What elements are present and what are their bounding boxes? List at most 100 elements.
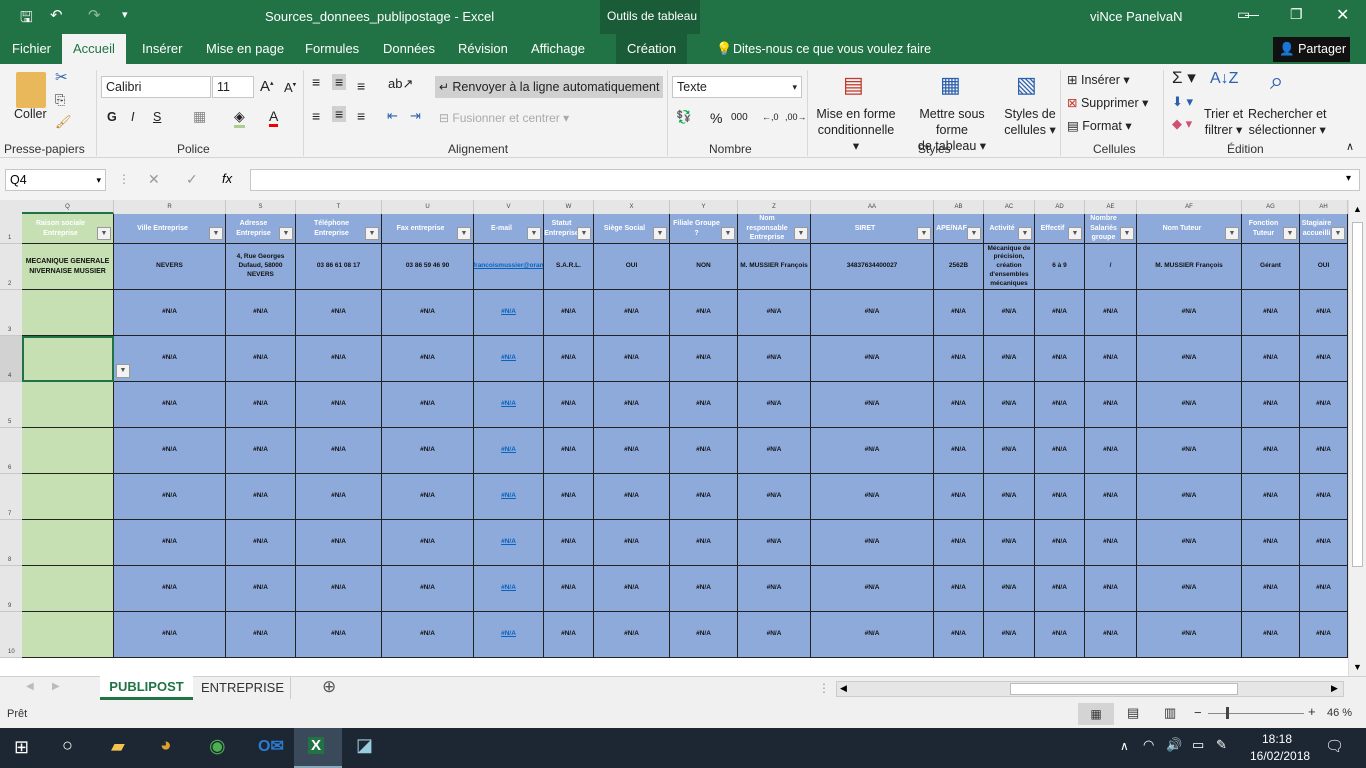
data-cell[interactable]: #N/A bbox=[1242, 612, 1300, 658]
row-header[interactable]: 8 bbox=[0, 520, 22, 566]
data-cell[interactable]: #N/A bbox=[474, 474, 544, 520]
na-value[interactable]: #N/A bbox=[501, 538, 516, 547]
header-cell[interactable]: Statut Entreprise ▼ bbox=[544, 214, 594, 244]
filter-dropdown-icon[interactable]: ▼ bbox=[794, 227, 808, 240]
scroll-up-icon[interactable]: ▲ bbox=[1353, 204, 1362, 214]
align-top-icon[interactable]: ≡ bbox=[312, 74, 320, 90]
clock-time[interactable]: 18:18 bbox=[1262, 732, 1292, 746]
data-cell[interactable]: #N/A bbox=[670, 428, 738, 474]
format-as-table-button[interactable]: Mettre sous forme de tableau ▾ bbox=[902, 106, 1002, 154]
data-cell[interactable]: 4, Rue Georges Dufaud, 58000 NEVERS bbox=[226, 244, 296, 290]
data-cell[interactable]: NON bbox=[670, 244, 738, 290]
action-center-icon[interactable]: 🗨 bbox=[1325, 737, 1344, 755]
data-cell[interactable]: #N/A bbox=[594, 612, 670, 658]
excel-taskbar-button[interactable]: X bbox=[294, 728, 342, 768]
paste-button[interactable]: Coller bbox=[14, 107, 47, 121]
data-cell[interactable]: #N/A bbox=[226, 428, 296, 474]
data-cell[interactable]: #N/A bbox=[934, 520, 984, 566]
data-cell[interactable]: #N/A bbox=[1137, 382, 1242, 428]
minimize-icon[interactable]: — bbox=[1245, 6, 1259, 22]
data-cell[interactable]: #N/A bbox=[984, 612, 1035, 658]
row-header[interactable]: 4 bbox=[0, 336, 22, 382]
row-header[interactable]: 10 bbox=[0, 612, 22, 658]
data-cell[interactable]: #N/A bbox=[594, 290, 670, 336]
horizontal-scroll-thumb[interactable] bbox=[1010, 683, 1238, 695]
data-cell[interactable]: #N/A bbox=[1085, 612, 1137, 658]
filter-dropdown-icon[interactable]: ▼ bbox=[577, 227, 591, 240]
data-cell[interactable]: #N/A bbox=[1035, 290, 1085, 336]
filter-dropdown-icon[interactable]: ▼ bbox=[457, 227, 471, 240]
shrink-font-icon[interactable]: A▾ bbox=[284, 80, 296, 95]
prev-sheet-icon[interactable]: ◀ bbox=[26, 681, 34, 692]
data-cell[interactable]: #N/A bbox=[296, 290, 382, 336]
header-cell[interactable]: Fonction Tuteur ▼ bbox=[1242, 214, 1300, 244]
data-cell[interactable]: #N/A bbox=[382, 336, 474, 382]
data-cell[interactable]: #N/A bbox=[594, 336, 670, 382]
data-cell[interactable]: #N/A bbox=[1300, 566, 1348, 612]
zoom-out-icon[interactable]: − bbox=[1194, 705, 1202, 720]
data-cell[interactable]: #N/A bbox=[984, 290, 1035, 336]
windows-start-icon[interactable]: ⊞ bbox=[14, 737, 29, 758]
header-cell[interactable]: Siège Social ▼ bbox=[594, 214, 670, 244]
data-cell[interactable]: #N/A bbox=[594, 382, 670, 428]
data-cell[interactable]: #N/A bbox=[226, 566, 296, 612]
borders-icon[interactable]: ▦ bbox=[193, 108, 206, 125]
data-cell[interactable]: #N/A bbox=[226, 474, 296, 520]
header-cell[interactable]: SIRET ▼ bbox=[811, 214, 934, 244]
app-icon[interactable]: ◪ bbox=[356, 735, 373, 756]
autosum-icon[interactable]: Σ ▾ bbox=[1172, 68, 1196, 88]
data-cell[interactable]: #N/A bbox=[382, 290, 474, 336]
header-cell[interactable]: Ville Entreprise ▼ bbox=[114, 214, 226, 244]
zoom-in-icon[interactable]: + bbox=[1308, 704, 1316, 719]
data-cell[interactable]: #N/A bbox=[984, 520, 1035, 566]
filter-dropdown-icon[interactable]: ▼ bbox=[967, 227, 981, 240]
filter-dropdown-icon[interactable]: ▼ bbox=[209, 227, 223, 240]
data-cell[interactable]: #N/A bbox=[1137, 474, 1242, 520]
data-cell[interactable]: #N/A bbox=[1300, 474, 1348, 520]
row-header[interactable]: 1 bbox=[0, 214, 22, 244]
data-cell[interactable]: #N/A bbox=[984, 474, 1035, 520]
underline-button[interactable]: S bbox=[153, 110, 161, 124]
column-header[interactable]: V bbox=[474, 200, 544, 214]
data-cell[interactable]: S.A.R.L. bbox=[544, 244, 594, 290]
header-cell[interactable]: E-mail ▼ bbox=[474, 214, 544, 244]
tab-creation[interactable]: Création bbox=[616, 34, 688, 64]
data-cell[interactable]: #N/A bbox=[1085, 382, 1137, 428]
column-header[interactable]: AG bbox=[1242, 200, 1300, 214]
select-all-corner[interactable] bbox=[0, 200, 22, 214]
file-explorer-icon[interactable]: ▰ bbox=[111, 736, 125, 757]
tell-me-input[interactable]: Dites-nous ce que vous voulez faire bbox=[733, 42, 931, 56]
data-cell[interactable]: #N/A bbox=[226, 290, 296, 336]
data-cell[interactable]: #N/A bbox=[1035, 566, 1085, 612]
data-cell[interactable] bbox=[22, 382, 114, 428]
data-cell[interactable]: #N/A bbox=[1300, 382, 1348, 428]
data-cell[interactable]: #N/A bbox=[296, 474, 382, 520]
row-header[interactable]: 9 bbox=[0, 566, 22, 612]
data-cell[interactable]: #N/A bbox=[1137, 290, 1242, 336]
filter-dropdown-icon[interactable]: ▼ bbox=[1068, 227, 1082, 240]
data-cell[interactable]: #N/A bbox=[1085, 474, 1137, 520]
page-break-view-icon[interactable]: ▥ bbox=[1164, 705, 1176, 721]
filter-dropdown-icon[interactable]: ▼ bbox=[1225, 227, 1239, 240]
orientation-icon[interactable]: ab↗ bbox=[388, 76, 413, 92]
data-cell[interactable]: #N/A bbox=[474, 612, 544, 658]
data-cell[interactable]: #N/A bbox=[811, 474, 934, 520]
photos-app-icon[interactable]: ◕ bbox=[160, 735, 171, 757]
bold-button[interactable]: G bbox=[107, 110, 117, 124]
data-cell[interactable]: #N/A bbox=[296, 428, 382, 474]
data-cell[interactable]: #N/A bbox=[114, 428, 226, 474]
data-cell[interactable]: #N/A bbox=[1242, 382, 1300, 428]
insert-cells-button[interactable]: ⊞ Insérer ▾ bbox=[1067, 72, 1130, 87]
data-cell[interactable]: 2562B bbox=[934, 244, 984, 290]
data-cell[interactable]: #N/A bbox=[474, 336, 544, 382]
data-cell[interactable]: #N/A bbox=[1137, 520, 1242, 566]
italic-button[interactable]: I bbox=[131, 110, 134, 124]
paste-icon[interactable] bbox=[16, 72, 46, 108]
data-cell[interactable]: #N/A bbox=[296, 336, 382, 382]
data-cell[interactable]: #N/A bbox=[934, 612, 984, 658]
grow-font-icon[interactable]: A▴ bbox=[260, 78, 274, 95]
data-cell[interactable]: #N/A bbox=[474, 520, 544, 566]
data-cell[interactable] bbox=[22, 520, 114, 566]
data-cell[interactable]: #N/A bbox=[984, 336, 1035, 382]
data-cell[interactable] bbox=[22, 566, 114, 612]
